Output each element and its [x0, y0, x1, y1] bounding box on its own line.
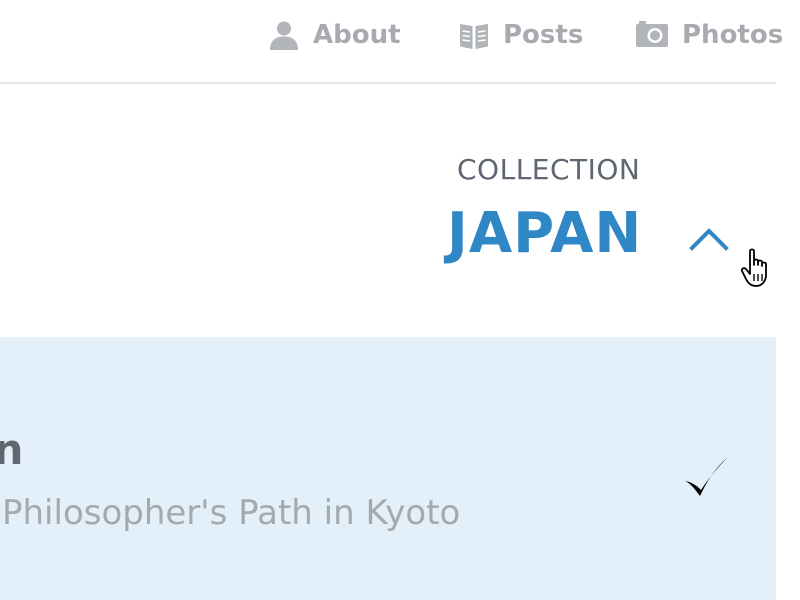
person-icon [269, 20, 299, 50]
nav-photos-link[interactable]: Photos [636, 19, 783, 51]
page: About Posts Photos COLLECTION JAPAN n Ph… [0, 0, 800, 600]
camera-icon [636, 21, 668, 49]
collapse-toggle-button[interactable] [688, 226, 730, 252]
selected-item-row[interactable]: en Philosopher's Path in Kyoto [0, 337, 776, 600]
collection-title: JAPAN [447, 201, 643, 266]
nav-about-label: About [313, 20, 401, 50]
checkmark-icon [685, 457, 728, 496]
item-title: en [0, 425, 24, 474]
hand-cursor-icon [740, 248, 774, 288]
top-nav: About Posts Photos [0, 0, 783, 84]
nav-posts-link[interactable]: Posts [459, 19, 583, 51]
book-icon [459, 20, 489, 50]
chevron-up-icon [689, 228, 729, 251]
nav-about-link[interactable]: About [269, 19, 401, 51]
nav-posts-label: Posts [503, 20, 584, 50]
collection-label: COLLECTION [457, 153, 641, 186]
item-subtitle: Philosopher's Path in Kyoto [2, 493, 461, 533]
nav-photos-label: Photos [682, 20, 784, 50]
